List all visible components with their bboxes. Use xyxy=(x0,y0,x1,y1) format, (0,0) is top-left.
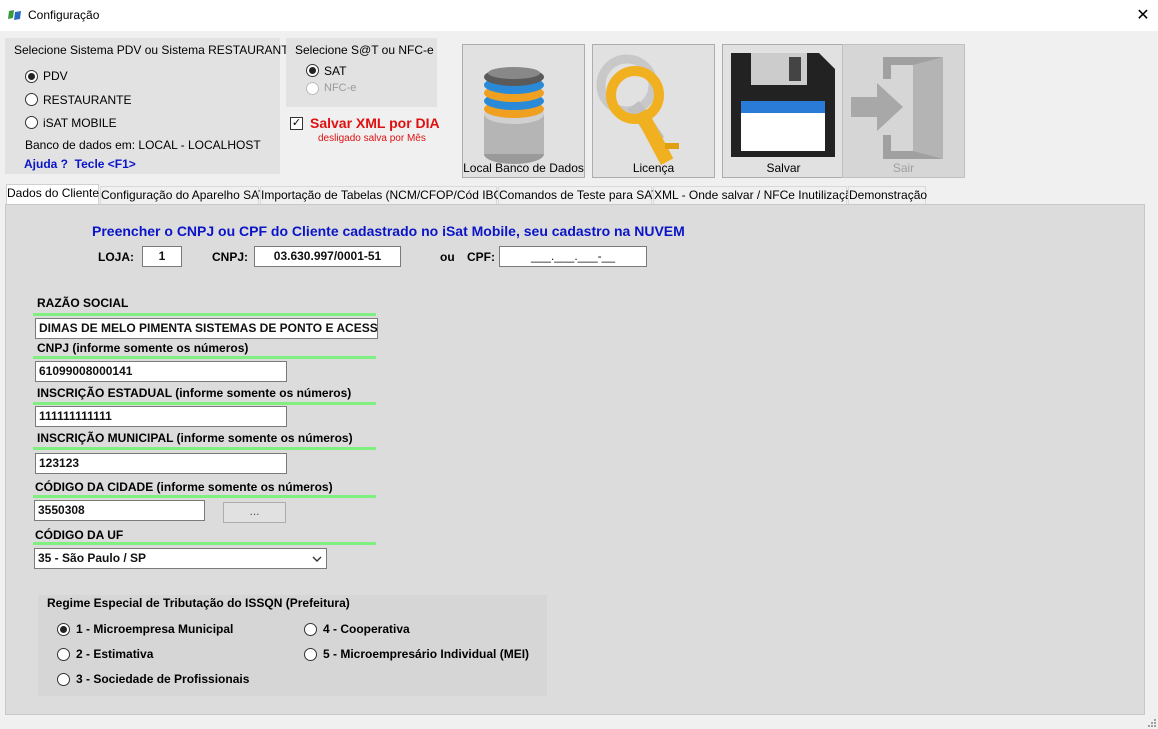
razao-underline xyxy=(33,313,376,316)
database-icon xyxy=(484,67,544,164)
ie-label: INSCRIÇÃO ESTADUAL (informe somente os n… xyxy=(37,386,352,400)
radio-regime-5-label: 5 - Microempresário Individual (MEI) xyxy=(323,647,530,661)
cnpj-input[interactable]: 61099008000141 xyxy=(35,361,287,382)
cnpj-label: CNPJ (informe somente os números) xyxy=(37,341,249,355)
xml-note: desligado salva por Mês xyxy=(318,133,426,144)
razao-social-input[interactable]: DIMAS DE MELO PIMENTA SISTEMAS DE PONTO … xyxy=(35,318,378,339)
sat-group-label: Selecione S@T ou NFC-e xyxy=(295,43,434,57)
regime-group-label: Regime Especial de Tributação do ISSQN (… xyxy=(47,596,350,610)
loja-input[interactable]: 1 xyxy=(142,246,182,267)
cidade-underline xyxy=(33,495,376,498)
uf-label: CÓDIGO DA UF xyxy=(35,528,124,542)
db-info: Banco de dados em: LOCAL - LOCALHOST xyxy=(25,138,261,152)
tab-comandos-teste[interactable]: Comandos de Teste para SAT xyxy=(498,186,659,205)
chevron-down-icon xyxy=(312,556,322,562)
razao-social-label: RAZÃO SOCIAL xyxy=(37,296,129,310)
app-icon xyxy=(8,10,21,20)
cnpj-underline xyxy=(33,356,376,359)
client-cnpj-input[interactable]: 03.630.997/0001-51 xyxy=(254,246,401,267)
radio-restaurante-label: RESTAURANTE xyxy=(43,93,132,107)
radio-pdv[interactable] xyxy=(25,70,38,83)
save-button[interactable]: Salvar xyxy=(722,44,845,178)
ou-label: ou xyxy=(440,250,455,264)
resize-grip-icon[interactable] xyxy=(1146,717,1156,727)
im-input[interactable]: 123123 xyxy=(35,453,287,474)
help-link[interactable]: Ajuda ? Tecle <F1> xyxy=(24,157,136,171)
client-heading: Preencher o CNPJ ou CPF do Cliente cadas… xyxy=(92,223,685,239)
client-cpf-input[interactable]: ___.___.___-__ xyxy=(499,246,647,267)
uf-select[interactable]: 35 - São Paulo / SP xyxy=(34,548,327,569)
im-underline xyxy=(33,447,376,450)
license-button[interactable]: Licença xyxy=(592,44,715,178)
exit-button[interactable]: Sair xyxy=(842,44,965,178)
tab-configuracao-sat[interactable]: Configuração do Aparelho SAT xyxy=(100,186,266,205)
tab-demonstracao[interactable]: Demonstração xyxy=(848,186,927,205)
xml-checkbox-label: Salvar XML por DIA xyxy=(310,115,440,131)
radio-isat-mobile[interactable] xyxy=(25,116,38,129)
radio-nfce[interactable] xyxy=(306,82,319,95)
cidade-label: CÓDIGO DA CIDADE (informe somente os núm… xyxy=(35,480,333,494)
title-bar xyxy=(0,0,1158,31)
tab-xml-onde-salvar[interactable]: XML - Onde salvar / NFCe Inutilização xyxy=(653,186,858,205)
exit-button-label: Sair xyxy=(892,161,915,175)
xml-checkbox[interactable]: ✓ xyxy=(290,117,303,130)
tab-importacao-tabelas[interactable]: Importação de Tabelas (NCM/CFOP/Cód IBGE… xyxy=(260,186,515,205)
tab-dados-do-cliente[interactable]: Dados do Cliente xyxy=(6,184,99,204)
radio-sat[interactable] xyxy=(306,64,319,77)
client-cpf-label: CPF: xyxy=(467,250,495,264)
window-title: Configuração xyxy=(28,8,100,22)
radio-regime-1-label: 1 - Microempresa Municipal xyxy=(76,622,234,636)
radio-restaurante[interactable] xyxy=(25,93,38,106)
radio-regime-2-label: 2 - Estimativa xyxy=(76,647,154,661)
cidade-input[interactable]: 3550308 xyxy=(34,500,205,521)
keys-icon xyxy=(596,54,679,165)
radio-regime-3[interactable] xyxy=(57,673,70,686)
db-button[interactable]: Local Banco de Dados xyxy=(462,44,585,178)
radio-regime-3-label: 3 - Sociedade de Profissionais xyxy=(76,672,250,686)
radio-regime-5[interactable] xyxy=(304,648,317,661)
db-button-label: Local Banco de Dados xyxy=(463,161,584,175)
uf-underline xyxy=(33,542,376,545)
close-button[interactable]: ✕ xyxy=(1128,3,1158,29)
radio-isat-mobile-label: iSAT MOBILE xyxy=(43,116,117,130)
radio-regime-4[interactable] xyxy=(304,623,317,636)
radio-regime-4-label: 4 - Cooperativa xyxy=(323,622,410,636)
radio-regime-2[interactable] xyxy=(57,648,70,661)
client-cnpj-label: CNPJ: xyxy=(212,250,249,264)
ie-input[interactable]: 111111111111 xyxy=(35,406,287,427)
radio-pdv-label: PDV xyxy=(43,69,68,83)
loja-label: LOJA: xyxy=(98,250,134,264)
exit-door-icon xyxy=(851,57,943,159)
system-group-label: Selecione Sistema PDV ou Sistema RESTAUR… xyxy=(14,43,297,57)
save-button-label: Salvar xyxy=(766,161,801,175)
ie-underline xyxy=(33,402,376,405)
uf-select-value: 35 - São Paulo / SP xyxy=(38,551,147,565)
floppy-icon xyxy=(731,53,835,157)
im-label: INSCRIÇÃO MUNICIPAL (informe somente os … xyxy=(37,431,353,445)
radio-regime-1[interactable] xyxy=(57,623,70,636)
license-button-label: Licença xyxy=(632,161,675,175)
radio-nfce-label: NFC-e xyxy=(324,82,357,94)
radio-sat-label: SAT xyxy=(324,64,347,78)
cidade-lookup-button[interactable]: ... xyxy=(223,502,286,523)
